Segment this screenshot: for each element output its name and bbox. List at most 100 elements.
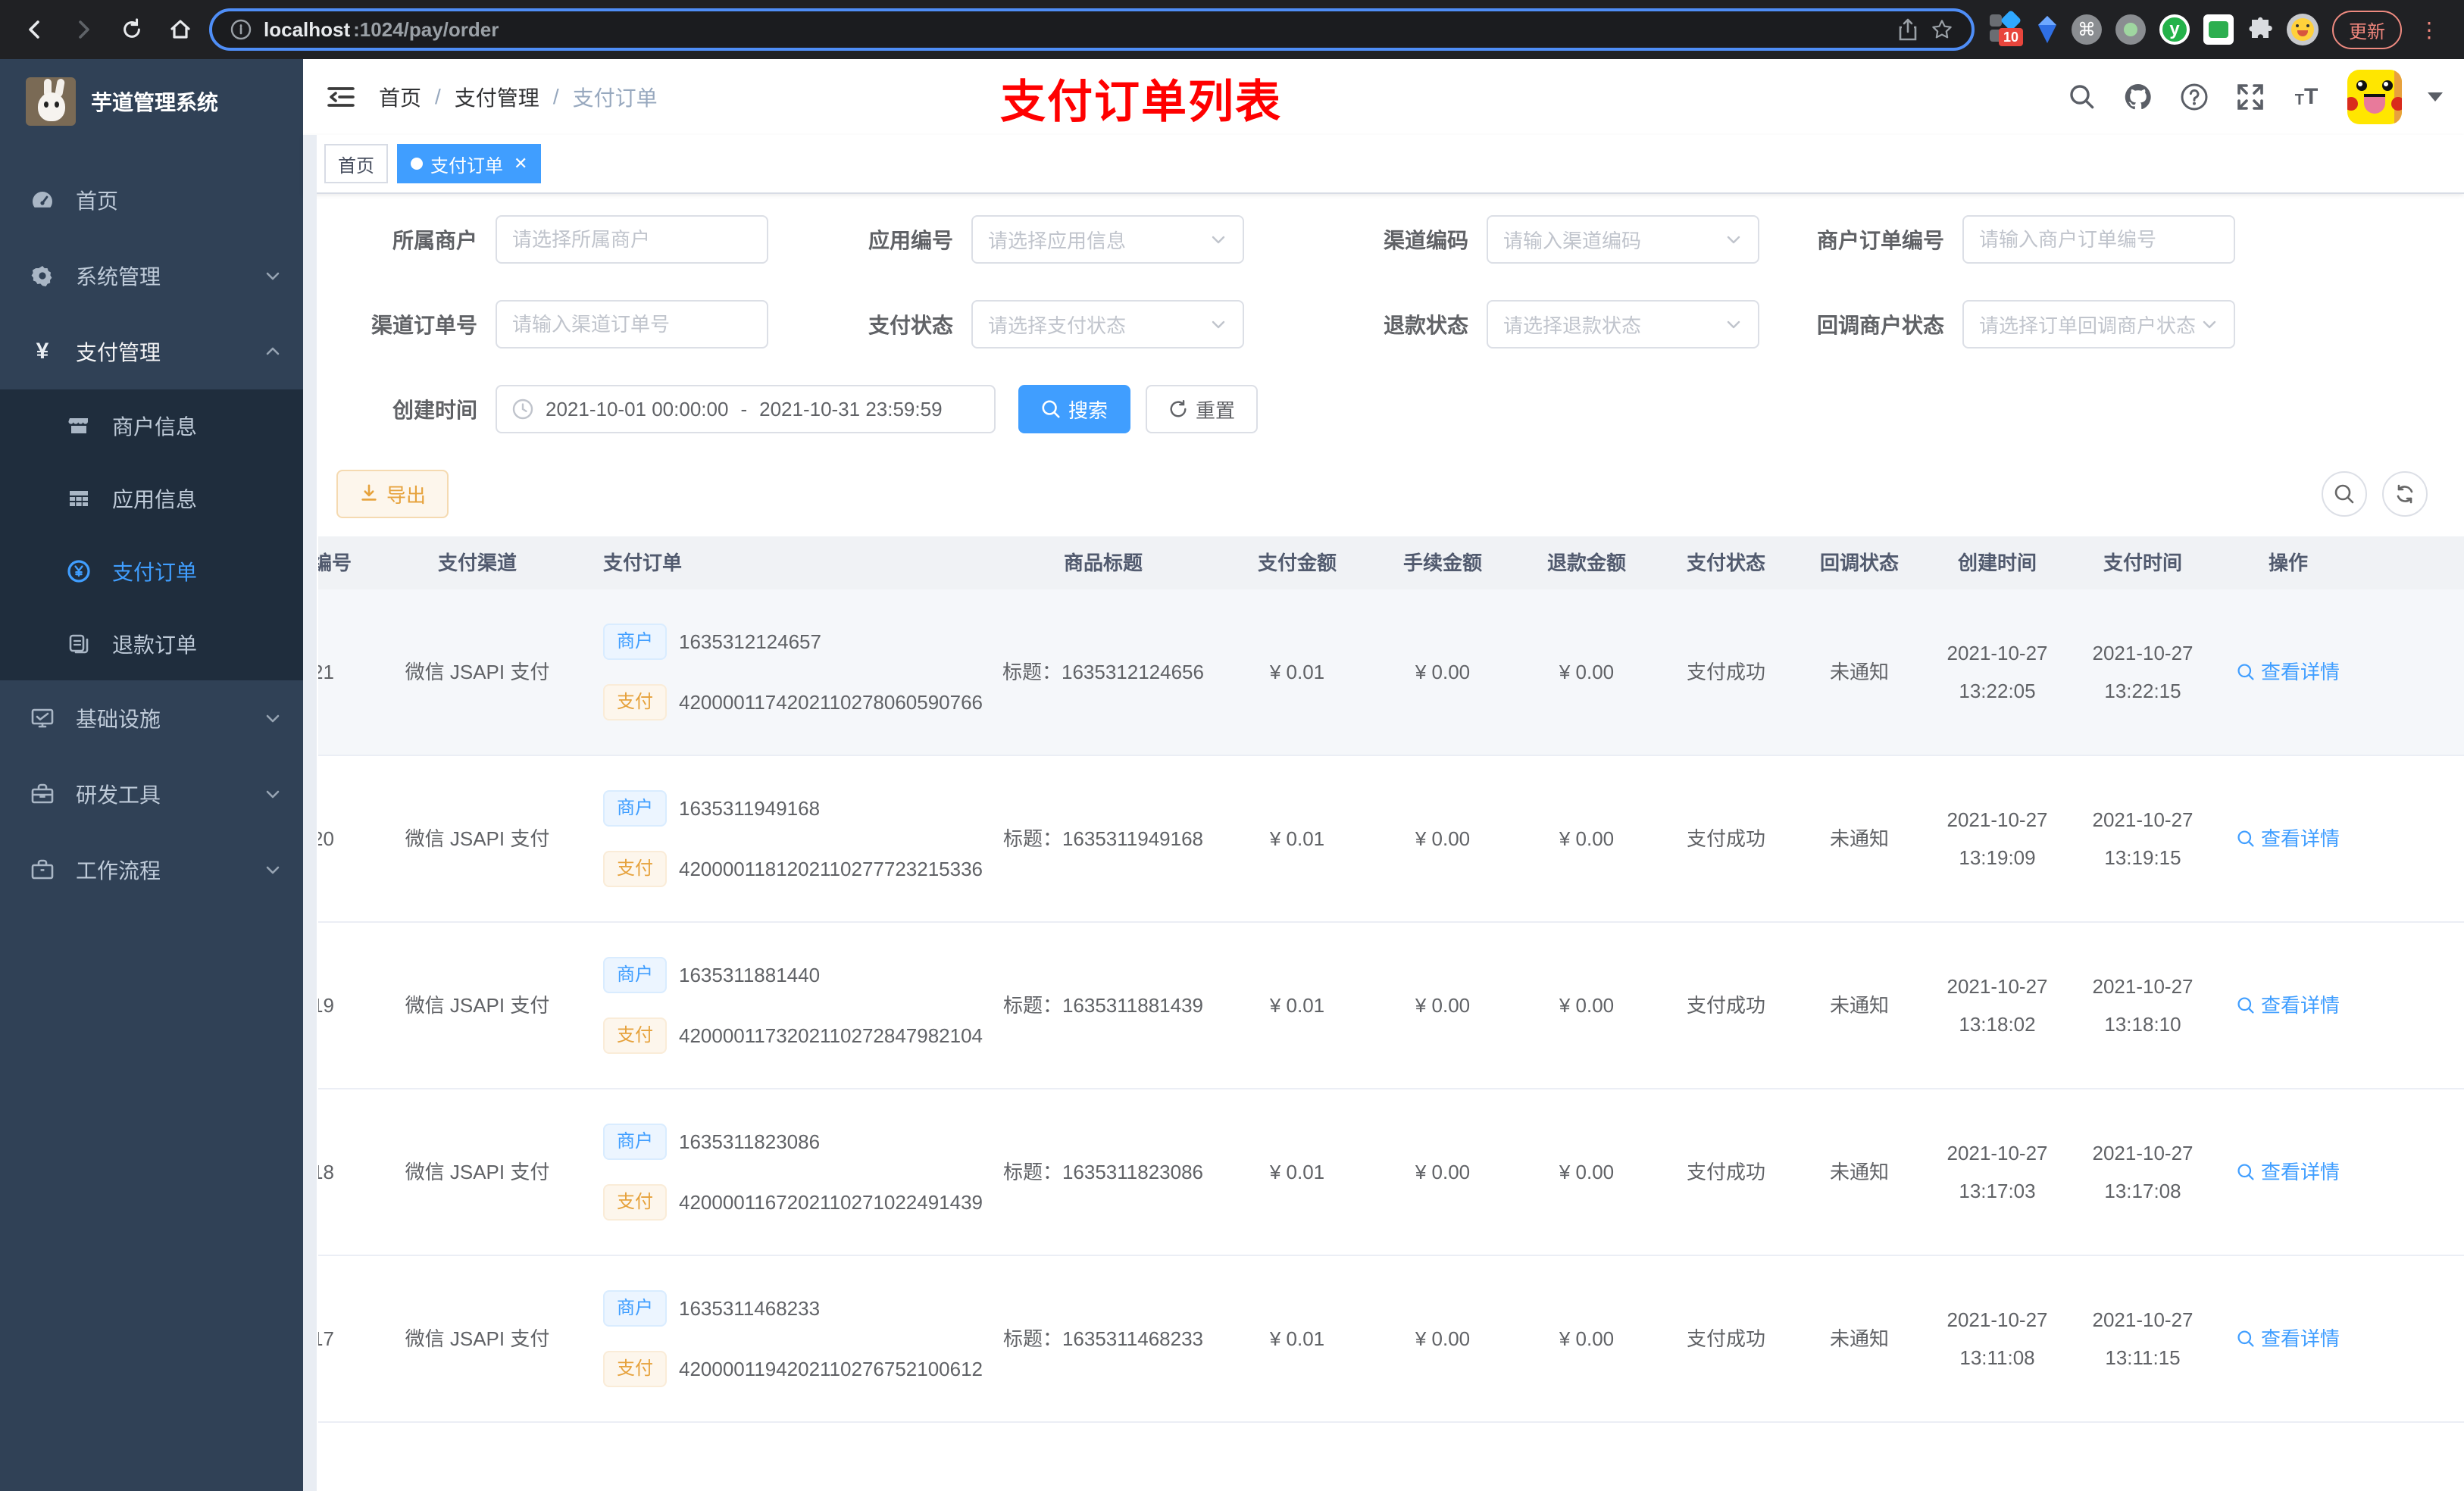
pay-status-select[interactable]: 请选择支付状态	[971, 300, 1244, 349]
sidebar-item-infra[interactable]: 基础设施	[0, 680, 303, 756]
col-pay-order: 支付订单	[603, 552, 683, 574]
view-detail-link[interactable]: 查看详情	[2215, 1324, 2361, 1354]
merchant-input-field[interactable]	[512, 227, 752, 252]
view-detail-link[interactable]: 查看详情	[2215, 657, 2361, 687]
app-select[interactable]: 请选择应用信息	[971, 215, 1244, 264]
briefcase-icon	[30, 858, 55, 882]
channel-code-select[interactable]: 请输入渠道编码	[1487, 215, 1759, 264]
fullscreen-icon[interactable]	[2235, 82, 2265, 112]
sidebar-item-home[interactable]: 首页	[0, 162, 303, 238]
cell-amount: ¥ 0.01	[1269, 661, 1325, 683]
share-icon[interactable]	[1897, 18, 1918, 41]
chevron-up-icon	[264, 342, 282, 361]
filter-merchant: 所属商户	[371, 215, 768, 264]
table-row-partial[interactable]: 商户 1635311351736	[318, 1423, 2464, 1491]
content-scrollbar[interactable]	[303, 135, 317, 1491]
sketch-extension-icon[interactable]	[2037, 16, 2058, 43]
url-bar[interactable]: localhost:1024/pay/order	[209, 8, 1975, 51]
help-icon[interactable]	[2179, 82, 2209, 112]
sidebar-item-pay-order[interactable]: 支付订单	[0, 535, 303, 608]
sidebar-item-system[interactable]: 系统管理	[0, 238, 303, 314]
cell-fee: ¥ 0.00	[1415, 827, 1471, 850]
app-logo-row[interactable]: 芋道管理系统	[0, 59, 303, 144]
cell-create-time: 2021-10-27 13:18:02	[1946, 975, 2048, 1036]
merchant-order-no-input[interactable]	[1962, 215, 2235, 264]
y-extension-icon[interactable]: y	[2159, 14, 2190, 45]
pay-order-table: 编号 支付渠道 支付订单 商品标题 支付金额 手续金额 退款金额 支付状态 回调…	[318, 536, 2464, 1491]
reset-button[interactable]: 重置	[1146, 385, 1259, 433]
notify-status-select[interactable]: 请选择订单回调商户状态	[1962, 300, 2235, 349]
refresh-icon[interactable]	[2382, 471, 2428, 517]
cell-status: 支付成功	[1686, 661, 1765, 683]
app-navbar: 首页 / 支付管理 / 支付订单 支付订单列表 T T	[303, 59, 2464, 135]
table-row[interactable]: 19 微信 JSAPI 支付 商户 1635311881440 支付 42000…	[318, 923, 2464, 1089]
toggle-search-icon[interactable]	[2322, 471, 2367, 517]
github-icon[interactable]	[2123, 82, 2153, 112]
merchant-input[interactable]	[496, 215, 768, 264]
sidebar-item-workflow[interactable]: 工作流程	[0, 832, 303, 908]
create-time-range-picker[interactable]: 2021-10-01 00:00:00 - 2021-10-31 23:59:5…	[496, 385, 996, 433]
reload-icon[interactable]	[112, 10, 152, 49]
table-row[interactable]: 20 微信 JSAPI 支付 商户 1635311949168 支付 42000…	[318, 756, 2464, 923]
table-row[interactable]: 18 微信 JSAPI 支付 商户 1635311823086 支付 42000…	[318, 1089, 2464, 1256]
date-start[interactable]: 2021-10-01 00:00:00	[546, 398, 728, 421]
bookmark-star-icon[interactable]	[1931, 18, 1953, 41]
channel-order-no-input[interactable]	[496, 300, 768, 349]
table-header: 编号 支付渠道 支付订单 商品标题 支付金额 手续金额 退款金额 支付状态 回调…	[318, 536, 2464, 589]
extensions-row: 10 ⌘ y 更新 ⋮	[1984, 9, 2449, 49]
profile-emoji-icon[interactable]	[2287, 14, 2319, 45]
view-detail-link[interactable]: 查看详情	[2215, 824, 2361, 854]
forward-icon[interactable]	[64, 10, 103, 49]
chrome-menu-icon[interactable]: ⋮	[2416, 17, 2443, 42]
cell-channel: 微信 JSAPI 支付	[405, 1327, 550, 1350]
view-detail-link[interactable]: 查看详情	[2215, 990, 2361, 1021]
date-end[interactable]: 2021-10-31 23:59:59	[759, 398, 942, 421]
tab-pay-order[interactable]: 支付订单 ✕	[397, 144, 542, 183]
tab-home[interactable]: 首页	[324, 144, 388, 183]
pinned-extension-icon[interactable]: 10	[1990, 9, 2024, 46]
export-button[interactable]: 导出	[336, 470, 449, 518]
view-detail-link[interactable]: 查看详情	[2215, 1157, 2361, 1187]
cell-id: 17	[318, 1327, 334, 1350]
table-row[interactable]: 21 微信 JSAPI 支付 商户 1635312124657 支付 42000…	[318, 589, 2464, 756]
recorder-extension-icon[interactable]	[2115, 14, 2146, 45]
sidebar-item-pay[interactable]: ¥ 支付管理	[0, 314, 303, 389]
avatar-caret-icon[interactable]	[2428, 91, 2443, 103]
merchant-tag: 商户	[603, 790, 667, 827]
cell-pay-order: 商户 1635311881440 支付 42000011732021102728…	[591, 957, 983, 1054]
merchant-order-no-field[interactable]	[1979, 227, 2219, 252]
command-extension-icon[interactable]: ⌘	[2072, 14, 2102, 45]
merchant-tag: 商户	[603, 1290, 667, 1327]
shop-icon	[67, 414, 91, 438]
site-info-icon[interactable]	[230, 19, 252, 40]
cell-refund: ¥ 0.00	[1559, 1161, 1615, 1183]
cell-notify: 未通知	[1829, 994, 1889, 1017]
tab-close-icon[interactable]: ✕	[514, 154, 527, 173]
search-icon[interactable]	[2067, 82, 2097, 112]
sidebar-collapse-icon[interactable]	[327, 82, 358, 112]
sidebar-item-devtools[interactable]: 研发工具	[0, 756, 303, 832]
cell-pay-order: 商户 1635311949168 支付 42000011812021102777…	[591, 790, 983, 887]
cell-create-time: 2021-10-27 13:22:05	[1946, 642, 2048, 702]
cell-title: 标题：1635311468233	[1002, 1327, 1204, 1350]
sidebar-item-refund-order[interactable]: 退款订单	[0, 608, 303, 680]
channel-order-no-field[interactable]	[512, 312, 752, 336]
home-icon[interactable]	[161, 10, 200, 49]
cell-pay-time: 2021-10-27 13:11:15	[2092, 1308, 2194, 1369]
gear-icon	[30, 264, 55, 288]
table-row[interactable]: 17 微信 JSAPI 支付 商户 1635311468233 支付 42000…	[318, 1256, 2464, 1423]
breadcrumb-pay[interactable]: 支付管理	[455, 82, 539, 112]
chat-extension-icon[interactable]	[2203, 14, 2234, 45]
refund-status-select[interactable]: 请选择退款状态	[1487, 300, 1759, 349]
search-button[interactable]: 搜索	[1018, 385, 1131, 433]
sidebar-item-merchant-info[interactable]: 商户信息	[0, 389, 303, 462]
sidebar-item-app-info[interactable]: 应用信息	[0, 462, 303, 535]
user-avatar[interactable]	[2347, 70, 2402, 124]
chrome-update-button[interactable]: 更新	[2332, 10, 2402, 49]
extensions-puzzle-icon[interactable]	[2247, 17, 2273, 42]
cell-refund: ¥ 0.00	[1559, 661, 1615, 683]
font-size-icon[interactable]: TT	[2291, 82, 2322, 112]
back-icon[interactable]	[15, 10, 55, 49]
cell-amount: ¥ 0.01	[1269, 1161, 1325, 1183]
breadcrumb-home[interactable]: 首页	[379, 82, 421, 112]
